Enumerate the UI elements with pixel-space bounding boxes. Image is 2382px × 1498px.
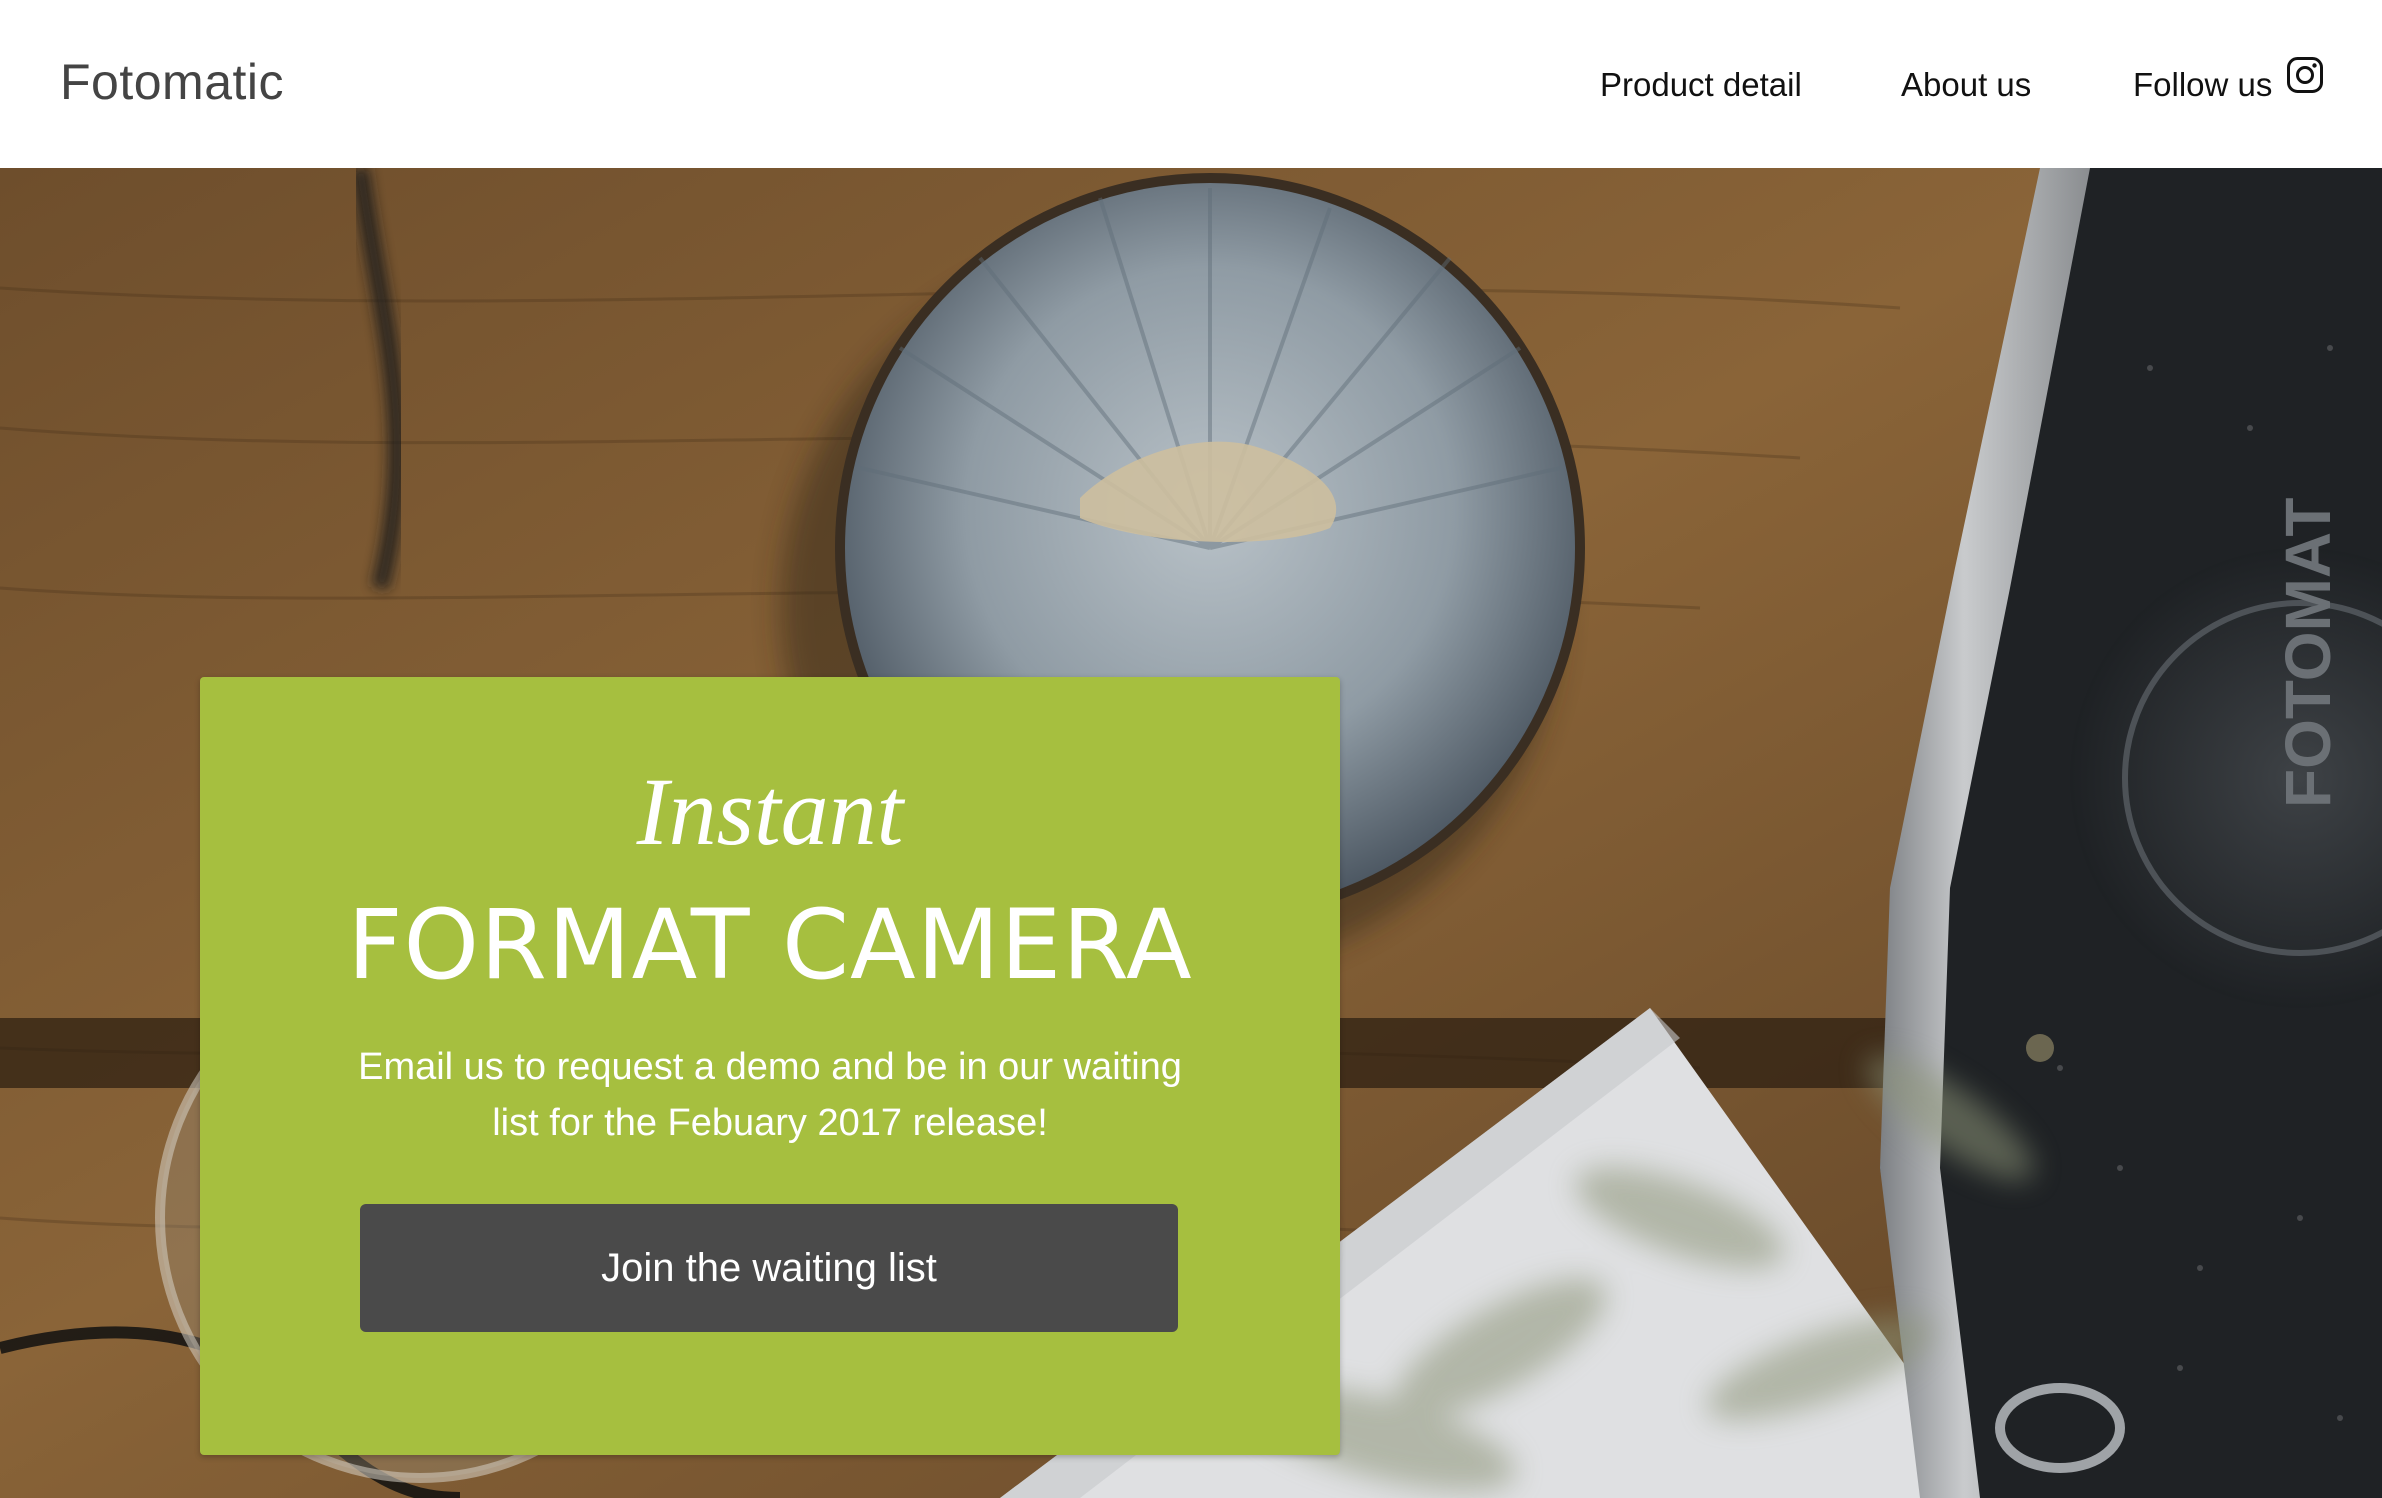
- instagram-icon[interactable]: [2286, 56, 2324, 94]
- lens-cap-label: FOTOMAT: [2272, 498, 2344, 808]
- nav-product-detail[interactable]: Product detail: [1600, 60, 1802, 110]
- promo-description: Email us to request a demo and be in our…: [358, 1046, 1182, 1144]
- promo-card: Instant FORMAT CAMERA Email us to reques…: [200, 677, 1340, 1455]
- promo-title: FORMAT CAMERA: [347, 889, 1193, 1001]
- site-header: Fotomatic Product detail About us Follow…: [0, 0, 2382, 168]
- brand-logo[interactable]: Fotomatic: [60, 50, 284, 114]
- nav-about-us[interactable]: About us: [1901, 60, 2031, 110]
- promo-kicker: Instant: [636, 758, 904, 865]
- hero-section: FOTOMAT Instant FORMAT CAMERA Email us t…: [0, 168, 2382, 1498]
- join-waiting-list-button[interactable]: Join the waiting list: [360, 1204, 1178, 1332]
- nav-follow-us[interactable]: Follow us: [2133, 60, 2272, 110]
